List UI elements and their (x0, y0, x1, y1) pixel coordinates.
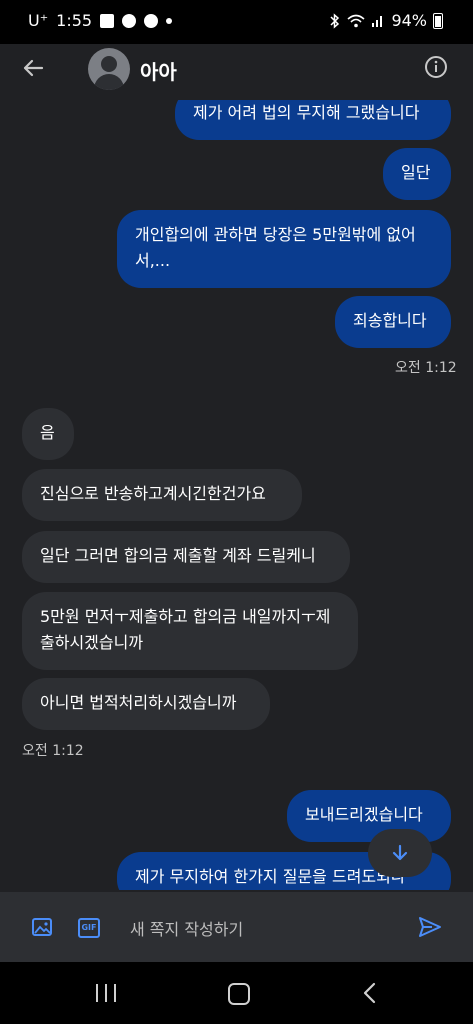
message-timestamp: 오전 1:12 (22, 743, 84, 759)
wifi-icon (347, 14, 365, 27)
recent-bar-icon (96, 984, 98, 1002)
received-message[interactable]: 일단 그러면 합의금 제출할 계좌 드릴케니 (22, 531, 350, 583)
message-input[interactable]: 새 쪽지 작성하기 (130, 916, 243, 940)
pill-notification-icon (122, 13, 137, 28)
message-text: 아니면 법적처리하시겠습니까 (40, 693, 237, 712)
bluetooth-icon (330, 12, 340, 29)
message-text: 일단 (401, 163, 431, 182)
received-message[interactable]: 아니면 법적처리하시겠습니까 (22, 678, 270, 730)
signal-icon (372, 15, 383, 27)
back-arrow-icon[interactable] (20, 55, 46, 81)
received-message[interactable]: 진심으로 반송하고계시긴한건가요 (22, 469, 302, 521)
battery-percent: 94% (391, 11, 427, 30)
message-timestamp: 오전 1:12 (395, 360, 457, 376)
more-notifications-icon (166, 17, 173, 24)
arrow-down-icon (392, 844, 408, 861)
gif-attach-icon[interactable]: GIF (78, 918, 100, 938)
sent-message[interactable]: 죄송합니다 (335, 296, 451, 348)
facebook-notification-icon (144, 13, 159, 28)
received-message[interactable]: 음 (22, 408, 74, 460)
recent-bar-icon (105, 984, 107, 1002)
message-text: 진심으로 반송하고계시긴한건가요 (40, 484, 266, 503)
message-text: 제가 어려 법의 무지해 그랬습니다 (193, 103, 420, 122)
recent-apps-button[interactable] (96, 984, 118, 1002)
system-navigation-bar (0, 962, 473, 1024)
back-nav-icon[interactable] (362, 982, 378, 1004)
scroll-to-bottom-button[interactable] (368, 829, 432, 877)
battery-icon (433, 12, 443, 29)
status-right: 94% (329, 11, 443, 30)
recent-bar-icon (114, 984, 116, 1002)
sent-message[interactable]: 보내드리겠습니다 (287, 790, 451, 842)
message-text: 죄송합니다 (353, 311, 427, 330)
contact-name[interactable]: 아아 (140, 56, 177, 85)
message-text: 5만원 먼저ㅜ제출하고 합의금 내일까지ㅜ제출하시겠습니까 (40, 607, 331, 652)
message-composer: GIF 새 쪽지 작성하기 (0, 892, 473, 962)
status-bar: U⁺ 1:55 94% (0, 0, 473, 44)
chat-header (0, 44, 473, 100)
avatar[interactable] (88, 48, 130, 90)
clock: 1:55 (56, 11, 93, 30)
send-icon[interactable] (418, 916, 442, 938)
message-text: 제가 무지하여 한가지 질문을 드려도되나 (135, 867, 406, 886)
sent-message[interactable]: 개인합의에 관하면 당장은 5만원밖에 없어서,... (117, 210, 451, 288)
sent-message[interactable]: 제가 어려 법의 무지해 그랬습니다 (175, 100, 451, 140)
sent-message[interactable]: 일단 (383, 148, 451, 200)
carrier-label: U⁺ (28, 11, 49, 30)
avatar-head-shape (101, 56, 117, 72)
message-text: 일단 그러면 합의금 제출할 계좌 드릴케니 (40, 546, 316, 565)
home-button[interactable] (228, 983, 250, 1005)
info-icon[interactable] (424, 55, 448, 79)
received-message[interactable]: 5만원 먼저ㅜ제출하고 합의금 내일까지ㅜ제출하시겠습니까 (22, 592, 358, 670)
message-list[interactable]: 제가 어려 법의 무지해 그랬습니다 일단 개인합의에 관하면 당장은 5만원밖… (0, 100, 473, 890)
message-text: 보내드리겠습니다 (305, 805, 423, 824)
image-attach-icon[interactable] (32, 918, 52, 936)
gallery-notification-icon (100, 13, 115, 28)
message-text: 음 (40, 423, 55, 442)
status-left: U⁺ 1:55 (28, 11, 173, 30)
avatar-body-shape (94, 74, 124, 90)
message-text: 개인합의에 관하면 당장은 5만원밖에 없어서,... (135, 225, 416, 270)
